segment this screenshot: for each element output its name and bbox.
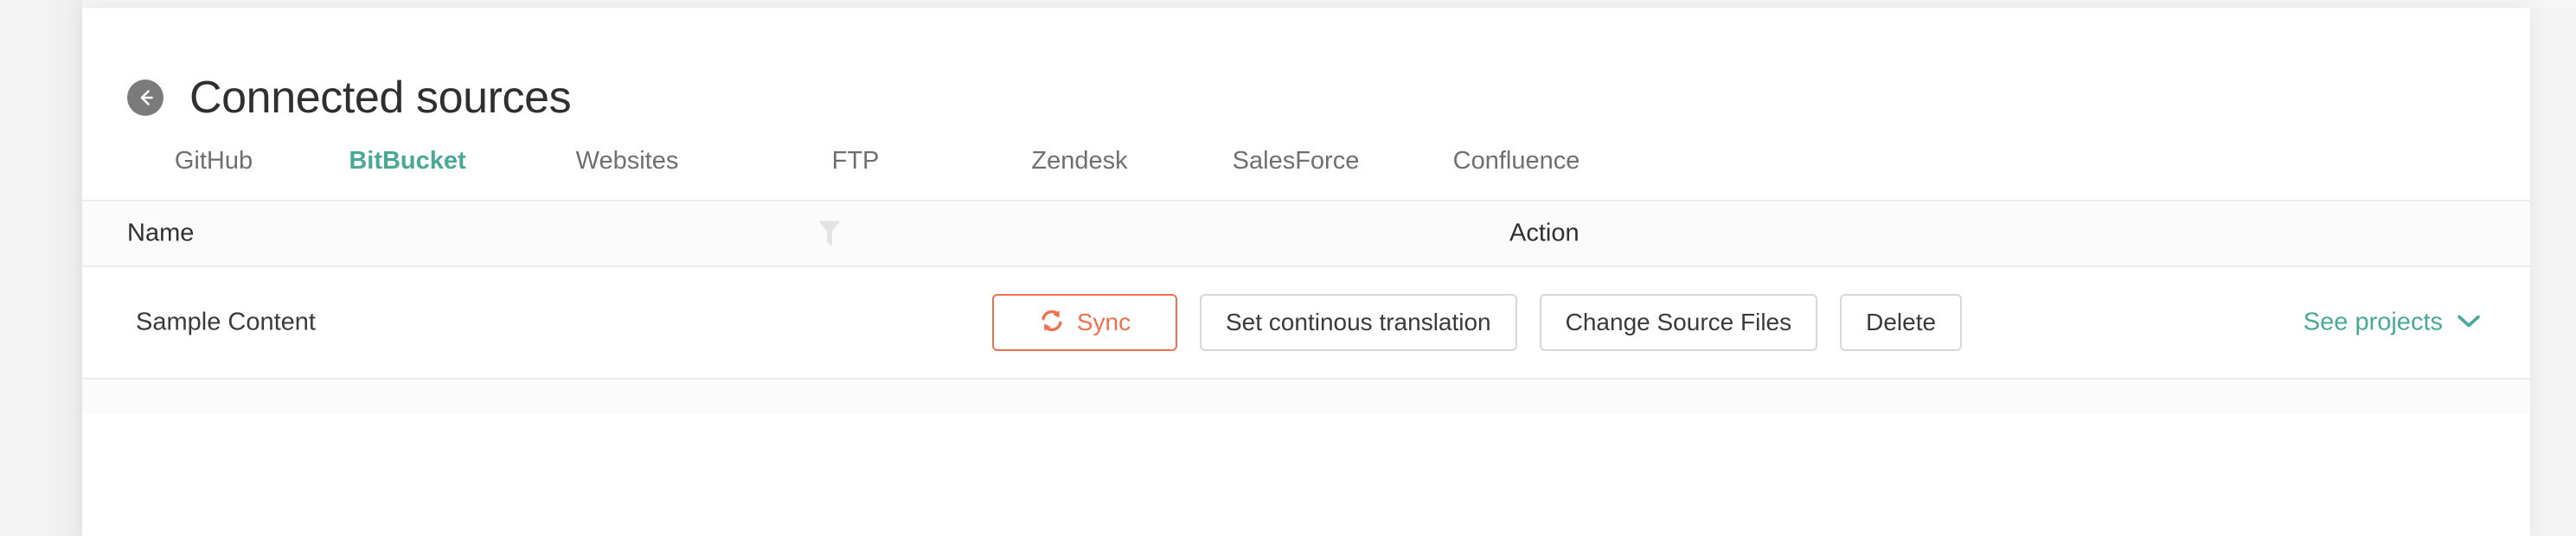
sources-table: Name Action Sample Content Sync Set cont… bbox=[82, 200, 2530, 414]
see-projects-link[interactable]: See projects bbox=[2304, 309, 2482, 337]
table-header-row: Name Action bbox=[82, 200, 2530, 267]
page-top-strip bbox=[0, 0, 2576, 8]
refresh-sync-icon bbox=[1039, 308, 1065, 338]
table-row: Sample Content Sync Set continous transl… bbox=[82, 267, 2530, 380]
back-button[interactable] bbox=[127, 80, 163, 116]
delete-button[interactable]: Delete bbox=[1840, 294, 1963, 351]
page-header-row: Connected sources bbox=[127, 73, 572, 123]
see-projects-label: See projects bbox=[2303, 308, 2443, 336]
tab-github-label: GitHub bbox=[174, 147, 253, 175]
sync-button[interactable]: Sync bbox=[992, 294, 1177, 351]
tab-zendesk-label: Zendesk bbox=[1031, 147, 1128, 175]
row-name-cell: Sample Content bbox=[136, 308, 316, 336]
arrow-left-icon bbox=[134, 86, 157, 109]
left-gutter bbox=[0, 0, 82, 536]
filter-funnel-icon[interactable] bbox=[817, 219, 842, 248]
change-source-files-button[interactable]: Change Source Files bbox=[1539, 294, 1818, 351]
column-header-name: Name bbox=[127, 219, 195, 247]
tab-salesforce-label: SalesForce bbox=[1232, 147, 1360, 175]
tab-bitbucket-label: BitBucket bbox=[349, 147, 466, 175]
column-header-action: Action bbox=[1509, 219, 1580, 247]
page-title: Connected sources bbox=[189, 73, 572, 123]
set-continuous-translation-label: Set continous translation bbox=[1226, 309, 1491, 335]
page-root: Connected sources GitHub BitBucket Websi… bbox=[0, 0, 2576, 536]
change-source-files-label: Change Source Files bbox=[1565, 309, 1792, 335]
table-row-next-partial bbox=[82, 380, 2530, 414]
delete-button-label: Delete bbox=[1866, 309, 1937, 335]
tab-websites-label: Websites bbox=[575, 147, 679, 175]
sync-button-label: Sync bbox=[1076, 309, 1131, 335]
card-header: Connected sources GitHub BitBucket Websi… bbox=[82, 8, 2530, 212]
row-action-buttons: Sync Set continous translation Change So… bbox=[992, 294, 1963, 351]
connected-sources-card: Connected sources GitHub BitBucket Websi… bbox=[82, 8, 2530, 536]
tab-confluence-label: Confluence bbox=[1452, 147, 1580, 175]
chevron-down-icon bbox=[2456, 309, 2482, 337]
tab-ftp-label: FTP bbox=[831, 147, 880, 175]
set-continuous-translation-button[interactable]: Set continous translation bbox=[1200, 294, 1517, 351]
